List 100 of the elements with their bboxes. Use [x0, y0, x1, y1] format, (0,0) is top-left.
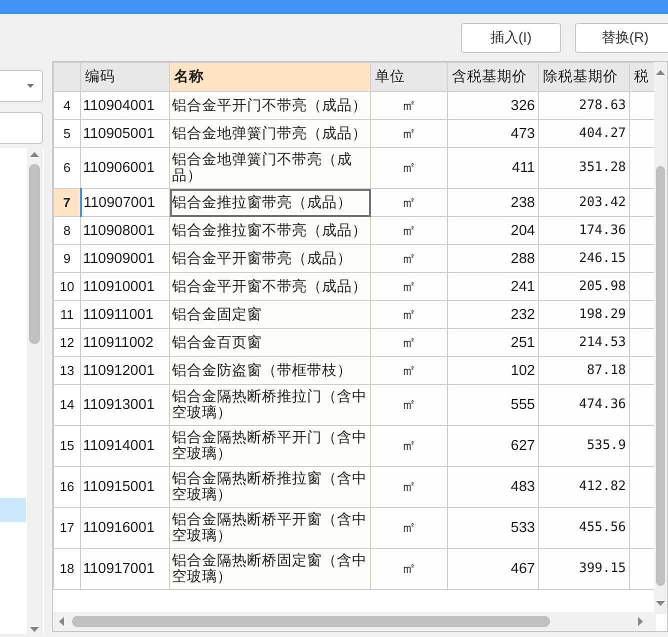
code-cell: 110912001 — [80, 356, 170, 384]
code-cell: 110906001 — [80, 148, 170, 188]
unit-cell: ㎡ — [370, 356, 448, 384]
row-number[interactable]: 5 — [54, 120, 80, 148]
unit-cell: ㎡ — [370, 328, 448, 356]
left-arrow-icon[interactable] — [59, 617, 64, 626]
price-cell: 474.36 — [538, 384, 630, 426]
name-cell: 铝合金地弹簧门带亮（成品） — [170, 120, 370, 148]
column-header[interactable]: 除税基期价 — [538, 62, 630, 92]
unit-cell: ㎡ — [370, 426, 448, 466]
name-cell: 铝合金隔热断桥平开门（含中空玻璃） — [170, 426, 370, 466]
price-cell: 204 — [448, 216, 538, 244]
price-cell: 198.29 — [538, 300, 630, 328]
up-arrow-icon[interactable] — [656, 70, 665, 75]
price-cell: 404.27 — [538, 120, 630, 148]
unit-cell: ㎡ — [370, 384, 448, 426]
row-number[interactable]: 14 — [54, 384, 80, 426]
price-cell: 238 — [448, 188, 538, 216]
unit-cell: ㎡ — [370, 120, 448, 148]
code-cell: 110908001 — [80, 216, 170, 244]
vertical-scrollbar[interactable] — [654, 62, 667, 614]
price-cell: 326 — [448, 92, 538, 120]
price-cell: 555 — [448, 384, 538, 426]
scrollbar-thumb[interactable] — [656, 166, 665, 586]
price-cell: 278.63 — [538, 92, 630, 120]
name-cell: 铝合金平开窗带亮（成品） — [170, 244, 370, 272]
code-cell: 110915001 — [80, 466, 170, 508]
name-cell: 铝合金地弹簧门不带亮（成品） — [170, 148, 370, 188]
list-row-highlight — [0, 498, 26, 522]
row-number[interactable]: 16 — [54, 466, 80, 508]
name-cell: 铝合金隔热断桥平开窗（含中空玻璃） — [170, 508, 370, 548]
price-cell: 205.98 — [538, 272, 630, 300]
code-cell: 110914001 — [80, 426, 170, 466]
row-number[interactable]: 7 — [54, 188, 80, 216]
price-cell: 351.28 — [538, 148, 630, 188]
row-number[interactable]: 18 — [54, 548, 80, 590]
code-cell: 110910001 — [80, 272, 170, 300]
code-cell: 110917001 — [80, 548, 170, 590]
price-cell: 473 — [448, 120, 538, 148]
code-cell: 110907001 — [80, 188, 170, 216]
price-cell: 533 — [448, 508, 538, 548]
right-arrow-icon[interactable] — [638, 617, 643, 626]
price-cell: 232 — [448, 300, 538, 328]
horizontal-scrollbar[interactable] — [53, 612, 656, 631]
name-cell: 铝合金推拉窗不带亮（成品） — [170, 216, 370, 244]
unit-cell: ㎡ — [370, 272, 448, 300]
row-number[interactable]: 13 — [54, 356, 80, 384]
row-number[interactable]: 9 — [54, 244, 80, 272]
input-field[interactable] — [0, 112, 43, 144]
row-number[interactable]: 8 — [54, 216, 80, 244]
row-number[interactable]: 15 — [54, 426, 80, 466]
code-cell: 110916001 — [80, 508, 170, 548]
column-header[interactable]: 单位 — [370, 62, 448, 92]
name-cell: 铝合金隔热断桥固定窗（含中空玻璃） — [170, 548, 370, 590]
column-header[interactable]: 含税基期价 — [448, 62, 538, 92]
code-cell: 110911002 — [80, 328, 170, 356]
price-cell: 627 — [448, 426, 538, 466]
price-cell: 174.36 — [538, 216, 630, 244]
name-cell: 铝合金平开窗不带亮（成品） — [170, 272, 370, 300]
price-cell: 399.15 — [538, 548, 630, 590]
unit-cell: ㎡ — [370, 216, 448, 244]
unit-cell: ㎡ — [370, 300, 448, 328]
price-cell: 87.18 — [538, 356, 630, 384]
name-cell: 铝合金固定窗 — [170, 300, 370, 328]
price-cell: 251 — [448, 328, 538, 356]
code-cell: 110904001 — [80, 92, 170, 120]
price-cell: 483 — [448, 466, 538, 508]
name-cell: 铝合金推拉窗带亮（成品） — [170, 188, 370, 216]
unit-cell: ㎡ — [370, 466, 448, 508]
dropdown[interactable] — [0, 70, 43, 102]
scrollbar-thumb[interactable] — [72, 616, 550, 627]
name-cell: 铝合金百页窗 — [170, 328, 370, 356]
code-cell: 110911001 — [80, 300, 170, 328]
row-number[interactable]: 12 — [54, 328, 80, 356]
price-cell: 467 — [448, 548, 538, 590]
down-arrow-icon[interactable] — [30, 627, 39, 632]
row-number[interactable]: 17 — [54, 508, 80, 548]
price-cell: 455.56 — [538, 508, 630, 548]
name-cell: 铝合金隔热断桥推拉门（含中空玻璃） — [170, 384, 370, 426]
name-cell: 铝合金隔热断桥推拉窗（含中空玻璃） — [170, 466, 370, 508]
row-number[interactable]: 11 — [54, 300, 80, 328]
price-cell: 102 — [448, 356, 538, 384]
row-number[interactable]: 4 — [54, 92, 80, 120]
down-arrow-icon[interactable] — [656, 601, 665, 606]
code-cell: 110913001 — [80, 384, 170, 426]
row-number[interactable]: 10 — [54, 272, 80, 300]
row-number[interactable]: 6 — [54, 148, 80, 188]
price-cell: 203.42 — [538, 188, 630, 216]
name-cell: 铝合金平开门不带亮（成品） — [170, 92, 370, 120]
toolbar-button[interactable]: 插入(I) — [461, 22, 561, 52]
column-header[interactable]: 编码 — [80, 62, 170, 92]
up-arrow-icon[interactable] — [30, 152, 39, 157]
scrollbar-thumb[interactable] — [29, 164, 40, 344]
unit-cell: ㎡ — [370, 148, 448, 188]
unit-cell: ㎡ — [370, 508, 448, 548]
toolbar-button[interactable]: 替换(R) — [575, 22, 668, 52]
column-header[interactable]: 名称 — [170, 62, 370, 92]
price-cell: 535.9 — [538, 426, 630, 466]
code-cell: 110909001 — [80, 244, 170, 272]
price-cell: 246.15 — [538, 244, 630, 272]
